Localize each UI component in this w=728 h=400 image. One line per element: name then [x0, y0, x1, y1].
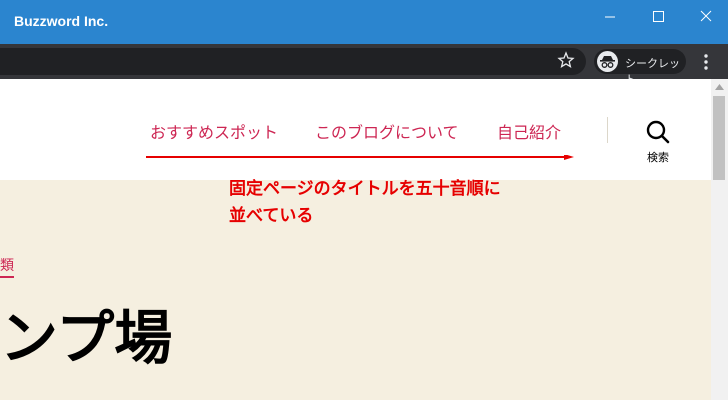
page-scrollbar[interactable] [711, 79, 728, 400]
scroll-thumb[interactable] [713, 96, 725, 180]
nav-item-about-blog[interactable]: このブログについて [315, 119, 459, 143]
annotation-note: 固定ページのタイトルを五十音順に 並べている [229, 176, 549, 230]
category-link[interactable]: 類 [0, 257, 14, 278]
incognito-badge[interactable]: シークレット [594, 49, 686, 86]
window-titlebar: Buzzword Inc. [0, 0, 728, 44]
nav-item-osusume-spot[interactable]: おすすめスポット [150, 119, 278, 143]
close-button[interactable] [690, 6, 722, 28]
annotation-line-1: 固定ページのタイトルを五十音順に [229, 179, 501, 199]
more-vert-icon [704, 54, 708, 70]
browser-menu-button[interactable] [700, 53, 712, 75]
nav-item-profile[interactable]: 自己紹介 [497, 119, 561, 143]
site-header: おすすめスポット このブログについて 自己紹介 検索 [0, 79, 711, 180]
search-label: 検索 [647, 151, 669, 164]
scroll-up-icon[interactable] [715, 84, 724, 90]
minimize-icon [605, 16, 615, 18]
maximize-icon [653, 11, 664, 22]
page-title: ンプ場 [0, 304, 173, 372]
browser-toolbar: シークレット [0, 44, 728, 86]
minimize-button[interactable] [594, 6, 626, 28]
window-title: Buzzword Inc. [14, 13, 109, 29]
address-bar[interactable] [0, 48, 586, 75]
search-button[interactable] [645, 119, 671, 149]
close-icon [700, 10, 712, 22]
header-divider [607, 117, 608, 143]
annotation-arrow [146, 155, 574, 160]
star-icon [557, 51, 575, 68]
bookmark-button[interactable] [557, 51, 575, 73]
annotation-line-2: 並べている [229, 206, 314, 226]
search-icon [646, 120, 670, 144]
incognito-icon [597, 51, 618, 72]
maximize-button[interactable] [642, 6, 674, 28]
